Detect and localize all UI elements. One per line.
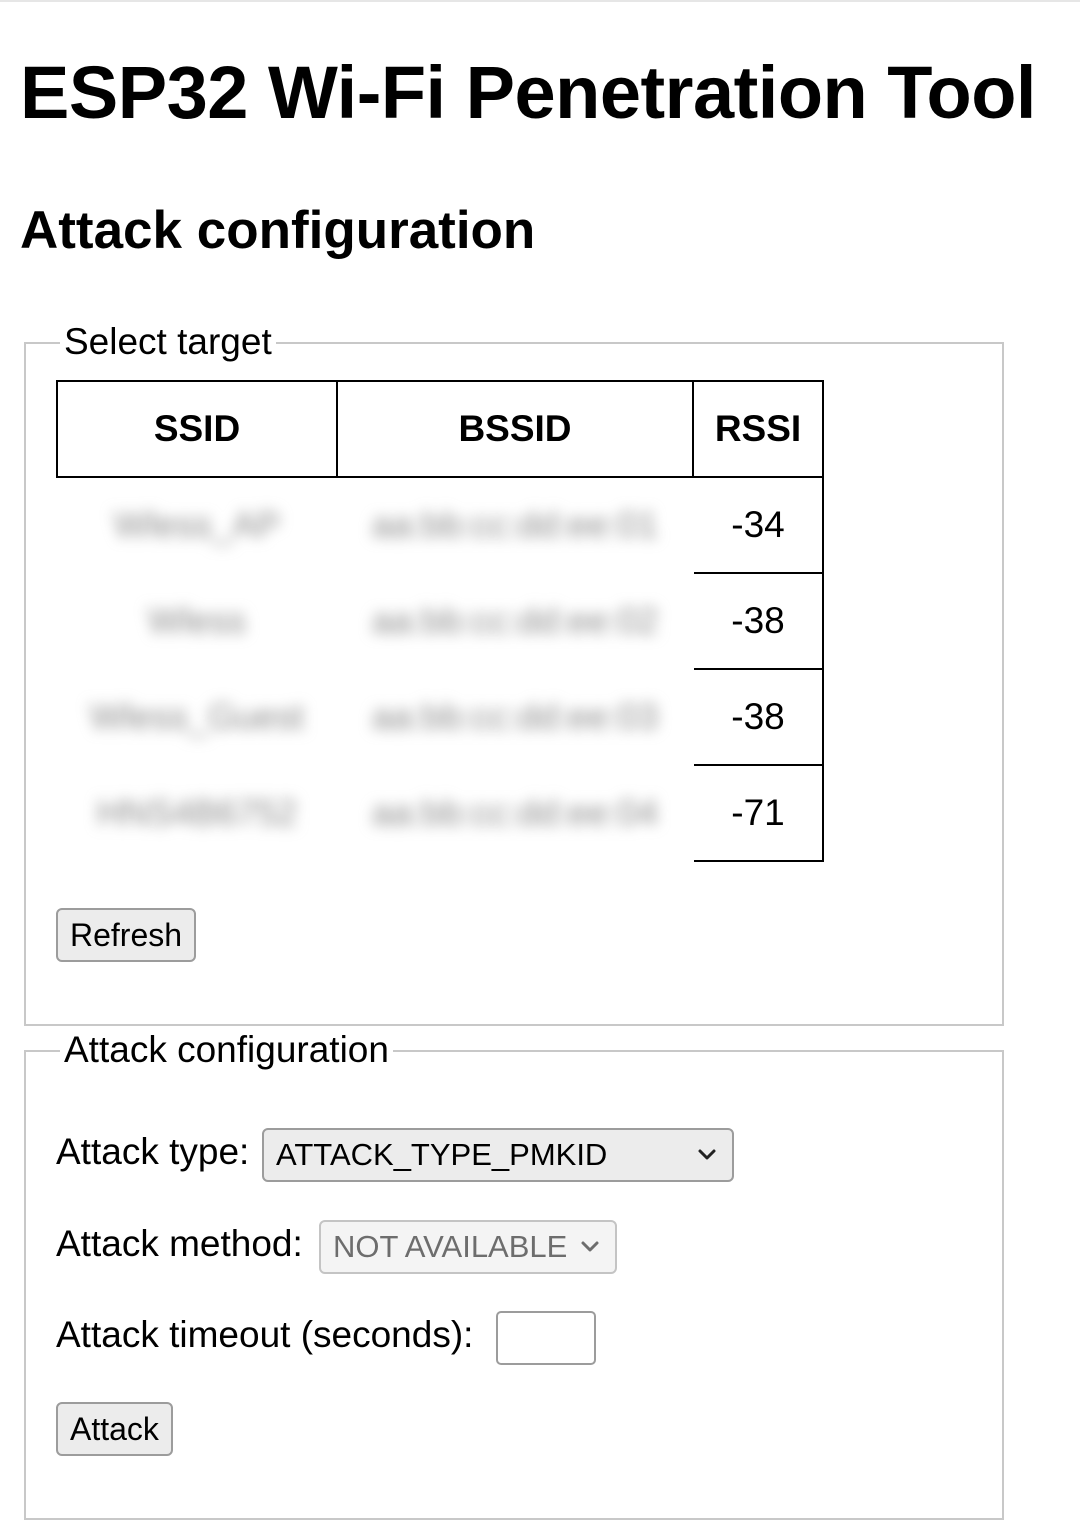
attack-timeout-input[interactable] xyxy=(496,1311,596,1365)
section-title: Attack configuration xyxy=(20,201,536,260)
attack-method-value: NOT AVAILABLE xyxy=(333,1229,568,1264)
chevron-down-icon xyxy=(698,1149,716,1160)
select-target-fieldset: Select target SSID BSSID RSSI Wless_AP a… xyxy=(24,322,1004,1026)
ssid-cell[interactable]: HNS4B6752 xyxy=(57,765,337,861)
bssid-value: aa:bb:cc:dd:ee:04 xyxy=(371,792,659,833)
bssid-cell[interactable]: aa:bb:cc:dd:ee:01 xyxy=(337,477,693,573)
ssid-cell[interactable]: Wless_AP xyxy=(57,477,337,573)
chevron-down-icon xyxy=(581,1241,599,1252)
rssi-cell[interactable]: -71 xyxy=(692,764,824,862)
attack-method-label: Attack method: xyxy=(56,1223,303,1264)
bssid-value: aa:bb:cc:dd:ee:02 xyxy=(371,600,659,641)
table-row[interactable]: Wless_AP aa:bb:cc:dd:ee:01 -34 xyxy=(57,476,824,574)
top-divider xyxy=(0,0,1080,2)
attack-timeout-label: Attack timeout (seconds): xyxy=(56,1314,474,1355)
bssid-cell[interactable]: aa:bb:cc:dd:ee:03 xyxy=(337,669,693,765)
targets-table: SSID BSSID RSSI Wless_AP aa:bb:cc:dd:ee:… xyxy=(56,380,824,862)
ssid-value: Wless xyxy=(148,600,246,641)
column-header-ssid[interactable]: SSID xyxy=(56,380,338,478)
bssid-cell[interactable]: aa:bb:cc:dd:ee:02 xyxy=(337,573,693,669)
refresh-button[interactable]: Refresh xyxy=(56,908,197,962)
table-row[interactable]: HNS4B6752 aa:bb:cc:dd:ee:04 -71 xyxy=(57,764,824,862)
rssi-cell[interactable]: -38 xyxy=(692,572,824,670)
ssid-cell[interactable]: Wless xyxy=(57,573,337,669)
bssid-value: aa:bb:cc:dd:ee:01 xyxy=(371,504,659,546)
bssid-value: aa:bb:cc:dd:ee:03 xyxy=(371,696,659,737)
attack-type-value: ATTACK_TYPE_PMKID xyxy=(276,1137,608,1172)
table-row[interactable]: Wless_Guest aa:bb:cc:dd:ee:03 -38 xyxy=(57,668,824,766)
bssid-cell[interactable]: aa:bb:cc:dd:ee:04 xyxy=(337,765,693,861)
attack-config-fieldset: Attack configuration Attack type: ATTACK… xyxy=(24,1030,1004,1520)
attack-method-select[interactable]: NOT AVAILABLE xyxy=(319,1220,617,1274)
column-header-bssid[interactable]: BSSID xyxy=(336,380,694,478)
ssid-value: HNS4B6752 xyxy=(96,792,298,833)
ssid-value: Wless_Guest xyxy=(89,696,305,737)
column-header-rssi[interactable]: RSSI xyxy=(692,380,824,478)
attack-button[interactable]: Attack xyxy=(56,1402,173,1456)
rssi-cell[interactable]: -34 xyxy=(692,476,824,574)
attack-config-legend: Attack configuration xyxy=(60,1030,393,1070)
page-title: ESP32 Wi-Fi Penetration Tool xyxy=(20,51,1036,134)
ssid-cell[interactable]: Wless_Guest xyxy=(57,669,337,765)
ssid-value: Wless_AP xyxy=(113,504,281,546)
select-target-legend: Select target xyxy=(60,322,276,362)
targets-header-row: SSID BSSID RSSI xyxy=(56,380,824,478)
page: ESP32 Wi-Fi Penetration Tool Attack conf… xyxy=(0,0,1080,1539)
rssi-cell[interactable]: -38 xyxy=(692,668,824,766)
attack-type-select[interactable]: ATTACK_TYPE_PMKID xyxy=(262,1128,734,1182)
attack-type-label: Attack type: xyxy=(56,1131,250,1172)
table-row[interactable]: Wless aa:bb:cc:dd:ee:02 -38 xyxy=(57,572,824,670)
